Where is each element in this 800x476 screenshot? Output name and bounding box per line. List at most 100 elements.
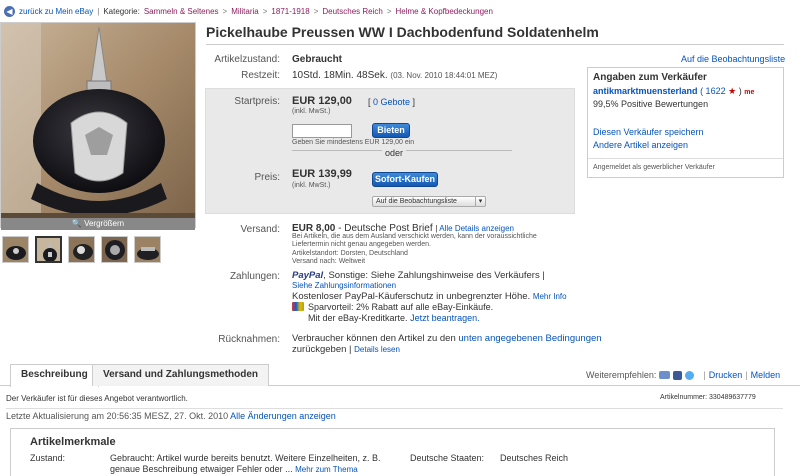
buy-now-price: EUR 139,99 [292,168,352,180]
shipping-label: Versand: [240,224,280,235]
bid-amount-input[interactable] [292,124,352,138]
commercial-seller-note: Angemeldet als gewerblicher Verkäufer [593,164,715,171]
chevron-down-icon: ▾ [475,197,485,206]
time-left-countdown: 10Std. 18Min. 48Sek. [292,70,388,81]
helmet-photo [1,23,195,227]
more-info-link[interactable]: Mehr Info [533,292,567,301]
start-price-label: Startpreis: [234,96,280,107]
breadcrumb-separator: | [97,6,100,16]
seller-info-box [587,67,784,178]
breadcrumb-item-1871[interactable]: 1871-1918 [271,7,309,16]
paypal-logo: PayPal [292,270,324,281]
positive-feedback: 99,5% Positive Bewertungen [593,99,709,109]
back-to-my-ebay-link[interactable]: zurück zu Mein eBay [19,7,93,16]
facebook-icon[interactable] [673,370,683,380]
back-arrow-icon[interactable]: ◀ [4,5,15,17]
item-number: Artikelnummer: 330489637779 [660,394,756,401]
returns-suffix-row: zurückgeben | Details lesen [292,344,400,355]
ebay-credit-card-icon [292,302,304,311]
bid-button[interactable]: Bieten [372,123,410,138]
tab-description[interactable]: Beschreibung [10,364,99,387]
item-specifics-heading: Artikelmerkmale [30,436,116,448]
returns-label: Rücknahmen: [218,334,280,345]
me-badge-icon[interactable]: me [744,89,754,96]
payment-label: Zahlungen: [229,271,280,282]
time-left-value: 10Std. 18Min. 48Sek. (03. Nov. 2010 18:4… [292,70,497,81]
breadcrumb-item-deutsches-reich[interactable]: Deutsches Reich [322,7,382,16]
condition-value: Gebraucht [292,54,343,65]
shipping-note: Bei Artikeln, die aus dem Ausland versch… [292,233,537,248]
feedback-score-link[interactable]: ( 1622 [700,86,726,96]
main-item-image[interactable] [0,22,196,228]
thumbnail-3[interactable] [68,236,95,263]
magnifier-icon: 🔍 [71,219,82,228]
seller-divider [588,158,783,159]
feedback-score-close: ) [738,86,742,96]
share-separator: | [745,370,748,380]
breadcrumb: ◀ zurück zu Mein eBay | Kategorie: Samme… [4,4,493,18]
breadcrumb-arrow: > [313,6,319,16]
bids-count-link[interactable]: 0 Gebote [373,97,410,107]
price-label: Preis: [254,172,280,183]
returns-text-prefix: Verbraucher können den Artikel zu den [292,333,456,344]
bid-hint: Geben Sie mindestens EUR 129,00 ein [292,139,415,146]
breadcrumb-item-helme[interactable]: Helme & Kopfbedeckungen [396,7,493,16]
condition-attr-row2: genaue Beschreibung etwaiger Fehler oder… [110,464,358,474]
german-states-value: Deutsches Reich [500,453,569,463]
seller-name-row: antikmarktmuensterland ( 1622 ★ ) me [593,86,754,97]
last-updated: Letzte Aktualisierung am 20:56:35 MESZ, … [6,411,336,421]
meta-divider [6,408,783,409]
breadcrumb-arrow: > [222,6,228,16]
return-details-link[interactable]: Details lesen [354,345,400,354]
buy-now-button[interactable]: Sofort-Kaufen [372,172,438,187]
start-price: EUR 129,00 [292,95,352,107]
start-price-tax: (inkl. MwSt.) [292,108,331,115]
share-bar: Weiterempfehlen: | Drucken | Melden [586,370,780,380]
enlarge-image-button[interactable]: 🔍 Vergrößern [1,218,195,230]
thumbnail-2[interactable] [35,236,62,263]
print-link[interactable]: Drucken [709,370,743,380]
paypal-protection: Kostenloser PayPal-Käuferschutz in unbeg… [292,291,567,302]
report-link[interactable]: Melden [751,370,781,380]
enlarge-label: Vergrößern [84,219,125,228]
credit-card-offer: Mit der eBay-Kreditkarte. Jetzt beantrag… [308,313,480,323]
condition-attr-text: Gebraucht: Artikel wurde bereits benutzt… [110,453,381,463]
breadcrumb-item-militaria[interactable]: Militaria [231,7,259,16]
item-title: Pickelhaube Preussen WW I Dachbodenfund … [206,24,599,40]
apply-now-link[interactable]: Jetzt beantragen. [410,313,480,323]
payment-info-link[interactable]: Siehe Zahlungsinformationen [292,281,396,290]
ships-to: Versand nach: Weltweit [292,258,366,265]
seller-name-link[interactable]: antikmarktmuensterland [593,86,698,96]
discount-text: Sparvorteil: 2% Rabatt auf alle eBay-Ein… [308,302,494,312]
tab-shipping-payment[interactable]: Versand und Zahlungsmethoden [92,364,270,386]
returns-text: Verbraucher können den Artikel zu den un… [292,333,602,344]
watchlist-link[interactable]: Auf die Beobachtungsliste [681,54,785,64]
shipping-details-link[interactable]: Alle Details anzeigen [439,224,514,233]
email-icon[interactable] [659,371,671,379]
star-icon: ★ [728,86,737,96]
thumbnail-1[interactable] [2,236,29,263]
all-changes-link[interactable]: Alle Änderungen anzeigen [230,411,336,421]
title-divider [206,44,784,45]
buy-now-price-tax: (inkl. MwSt.) [292,182,331,189]
save-seller-link[interactable]: Diesen Verkäufer speichern [593,127,704,137]
thumbnail-5[interactable] [134,236,161,263]
return-conditions-link[interactable]: unten angegebenen Bedingungen [458,333,601,344]
seller-responsible-note: Der Verkäufer ist für dieses Angebot ver… [6,394,188,403]
paypal-protection-text: Kostenloser PayPal-Käuferschutz in unbeg… [292,291,531,302]
payment-other: , Sonstige: Siehe Zahlungshinweise des V… [323,270,545,281]
payment-methods: PayPal, Sonstige: Siehe Zahlungshinweise… [292,270,545,281]
last-updated-text: Letzte Aktualisierung am 20:56:35 MESZ, … [6,411,229,421]
share-separator: | [703,370,706,380]
item-location: Artikelstandort: Dorsten, Deutschland [292,250,408,257]
watchlist-dropdown-label: Auf die Beobachtungsliste [376,198,457,205]
thumbnail-4[interactable] [101,236,128,263]
more-about-link[interactable]: Mehr zum Thema [295,465,358,474]
twitter-icon[interactable] [685,370,695,380]
other-items-link[interactable]: Andere Artikel anzeigen [593,140,688,150]
watchlist-dropdown[interactable]: Auf die Beobachtungsliste ▾ [372,196,486,207]
credit-card-text: Mit der eBay-Kreditkarte. [308,313,408,323]
breadcrumb-item-sammeln[interactable]: Sammeln & Seltenes [144,7,219,16]
thumbnail-strip [2,236,161,263]
condition-attr-text2: genaue Beschreibung etwaiger Fehler oder… [110,464,293,474]
